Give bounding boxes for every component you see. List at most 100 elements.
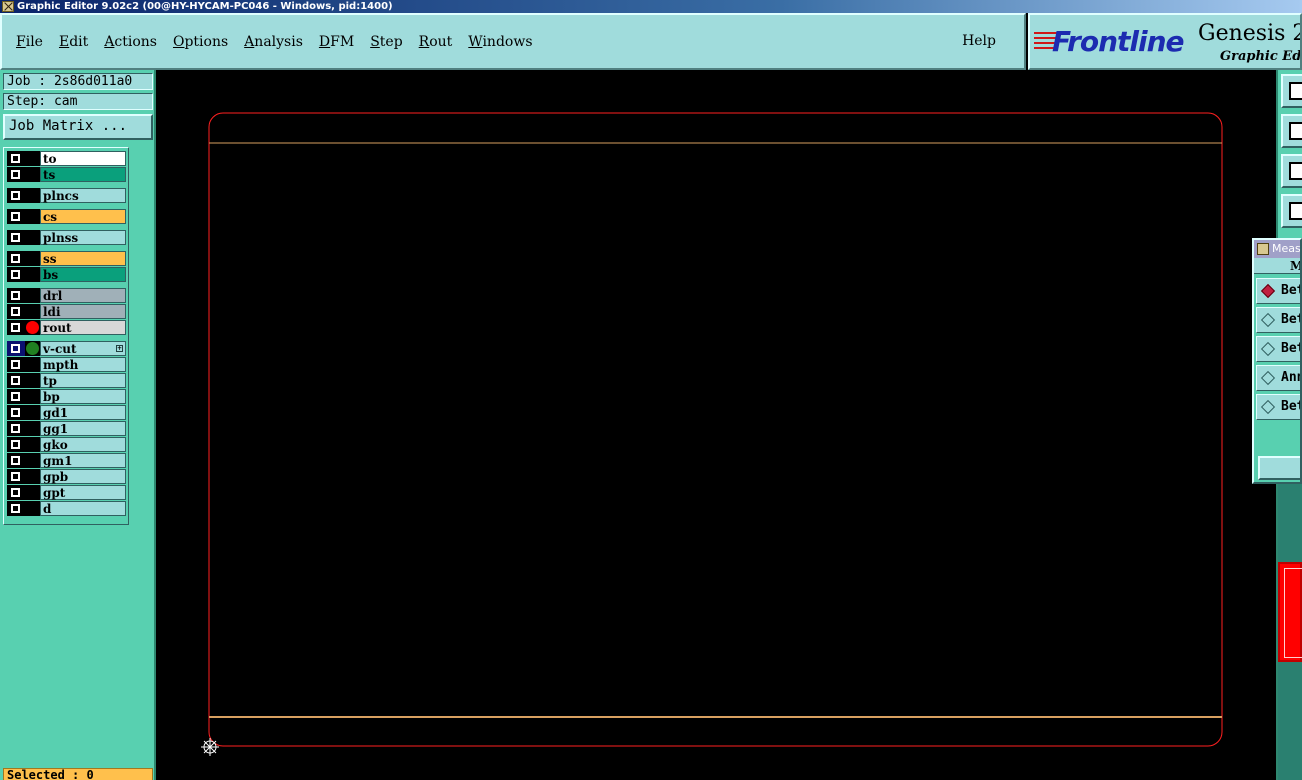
menu-file[interactable]: File bbox=[16, 34, 43, 50]
layer-name[interactable]: ss bbox=[40, 251, 126, 266]
layer-row-bs[interactable]: bs bbox=[7, 267, 126, 282]
diamond-radio-icon[interactable] bbox=[1260, 283, 1276, 299]
layer-name[interactable]: ts bbox=[40, 167, 126, 182]
resize-icon bbox=[1289, 162, 1302, 180]
layer-checkbox[interactable] bbox=[7, 437, 25, 452]
layer-name[interactable]: mpth bbox=[40, 357, 126, 372]
diamond-radio-icon[interactable] bbox=[1260, 370, 1276, 386]
layer-checkbox[interactable] bbox=[7, 267, 25, 282]
menu-options[interactable]: Options bbox=[173, 34, 228, 50]
layer-checkbox[interactable] bbox=[7, 405, 25, 420]
layer-name[interactable]: gg1 bbox=[40, 421, 126, 436]
layer-checkbox[interactable] bbox=[7, 453, 25, 468]
layer-checkbox[interactable] bbox=[7, 288, 25, 303]
close-icon[interactable] bbox=[1257, 243, 1269, 255]
layer-row-ss[interactable]: ss bbox=[7, 251, 126, 266]
layer-status-cell bbox=[25, 389, 40, 404]
layer-checkbox[interactable] bbox=[7, 151, 25, 166]
layer-row-v-cut[interactable]: v-cut + bbox=[7, 341, 126, 356]
menu-edit[interactable]: Edit bbox=[59, 34, 88, 50]
layer-status-cell bbox=[25, 453, 40, 468]
layer-row-gm1[interactable]: gm1 bbox=[7, 453, 126, 468]
layer-checkbox[interactable] bbox=[7, 485, 25, 500]
layer-checkbox[interactable] bbox=[7, 188, 25, 203]
measure-action-button[interactable] bbox=[1258, 456, 1300, 480]
layer-name[interactable]: drl bbox=[40, 288, 126, 303]
layer-name[interactable]: gd1 bbox=[40, 405, 126, 420]
measure-option-5[interactable]: Bet bbox=[1256, 394, 1300, 420]
app-close-icon[interactable] bbox=[2, 1, 14, 12]
layer-checkbox[interactable] bbox=[7, 357, 25, 372]
layer-checkbox[interactable] bbox=[7, 501, 25, 516]
layer-row-gpt[interactable]: gpt bbox=[7, 485, 126, 500]
layer-expand-icon[interactable]: + bbox=[116, 345, 123, 352]
layer-name[interactable]: gpt bbox=[40, 485, 126, 500]
layer-row-plnss[interactable]: plnss bbox=[7, 230, 126, 245]
layer-row-gd1[interactable]: gd1 bbox=[7, 405, 126, 420]
measure-option-label: Bet bbox=[1281, 283, 1300, 298]
diamond-radio-icon[interactable] bbox=[1260, 399, 1276, 415]
layer-name[interactable]: gko bbox=[40, 437, 126, 452]
graphic-canvas[interactable] bbox=[156, 70, 1276, 780]
layer-row-ts[interactable]: ts bbox=[7, 167, 126, 182]
layer-row-mpth[interactable]: mpth bbox=[7, 357, 126, 372]
measure-option-4[interactable]: Ann bbox=[1256, 365, 1300, 391]
layer-row-plncs[interactable]: plncs bbox=[7, 188, 126, 203]
layer-row-drl[interactable]: drl bbox=[7, 288, 126, 303]
tool-button-4[interactable] bbox=[1281, 194, 1302, 228]
layer-name[interactable]: plnss bbox=[40, 230, 126, 245]
measure-option-3[interactable]: Bet bbox=[1256, 336, 1300, 362]
origin-snowflake-icon bbox=[201, 738, 219, 756]
layer-checkbox[interactable] bbox=[7, 373, 25, 388]
tool-button-2[interactable] bbox=[1281, 114, 1302, 148]
layer-row-to[interactable]: to bbox=[7, 151, 126, 166]
job-matrix-button[interactable]: Job Matrix ... bbox=[3, 114, 153, 140]
layer-checkbox[interactable] bbox=[7, 209, 25, 224]
layer-row-gpb[interactable]: gpb bbox=[7, 469, 126, 484]
menu-step[interactable]: Step bbox=[370, 34, 402, 50]
tool-button-1[interactable] bbox=[1281, 74, 1302, 108]
layer-row-ldi[interactable]: ldi bbox=[7, 304, 126, 319]
layer-checkbox[interactable] bbox=[7, 230, 25, 245]
layer-name[interactable]: v-cut + bbox=[40, 341, 126, 356]
layer-row-gko[interactable]: gko bbox=[7, 437, 126, 452]
layer-row-bp[interactable]: bp bbox=[7, 389, 126, 404]
menu-dfm[interactable]: DFM bbox=[319, 34, 354, 50]
layer-checkbox[interactable] bbox=[7, 167, 25, 182]
layer-checkbox[interactable] bbox=[7, 341, 25, 356]
layer-name[interactable]: bs bbox=[40, 267, 126, 282]
layer-row-cs[interactable]: cs bbox=[7, 209, 126, 224]
menu-actions[interactable]: Actions bbox=[104, 34, 157, 50]
layer-row-tp[interactable]: tp bbox=[7, 373, 126, 388]
diamond-radio-icon[interactable] bbox=[1260, 341, 1276, 357]
menu-windows[interactable]: Windows bbox=[468, 34, 532, 50]
layer-name[interactable]: d bbox=[40, 501, 126, 516]
layer-name[interactable]: cs bbox=[40, 209, 126, 224]
layer-checkbox[interactable] bbox=[7, 251, 25, 266]
layer-name[interactable]: tp bbox=[40, 373, 126, 388]
layer-name[interactable]: gpb bbox=[40, 469, 126, 484]
layer-checkbox[interactable] bbox=[7, 389, 25, 404]
layer-checkbox[interactable] bbox=[7, 304, 25, 319]
layer-list: to ts plncs cs plnss ss bs drl ldi rout v-cut + mpth… bbox=[3, 147, 129, 525]
layer-checkbox[interactable] bbox=[7, 469, 25, 484]
layer-row-gg1[interactable]: gg1 bbox=[7, 421, 126, 436]
layer-checkbox[interactable] bbox=[7, 421, 25, 436]
layer-checkbox[interactable] bbox=[7, 320, 25, 335]
tool-button-3[interactable] bbox=[1281, 154, 1302, 188]
measure-option-1[interactable]: Bet bbox=[1256, 278, 1300, 304]
layer-name[interactable]: plncs bbox=[40, 188, 126, 203]
layer-name[interactable]: bp bbox=[40, 389, 126, 404]
layer-name[interactable]: ldi bbox=[40, 304, 126, 319]
layer-status-cell bbox=[25, 485, 40, 500]
layer-row-rout[interactable]: rout bbox=[7, 320, 126, 335]
layer-name[interactable]: gm1 bbox=[40, 453, 126, 468]
menu-help[interactable]: Help bbox=[962, 33, 996, 49]
menu-rout[interactable]: Rout bbox=[419, 34, 453, 50]
diamond-radio-icon[interactable] bbox=[1260, 312, 1276, 328]
layer-name[interactable]: to bbox=[40, 151, 126, 166]
menu-analysis[interactable]: Analysis bbox=[244, 34, 303, 50]
measure-option-2[interactable]: Bet bbox=[1256, 307, 1300, 333]
layer-name[interactable]: rout bbox=[40, 320, 126, 335]
layer-row-d[interactable]: d bbox=[7, 501, 126, 516]
